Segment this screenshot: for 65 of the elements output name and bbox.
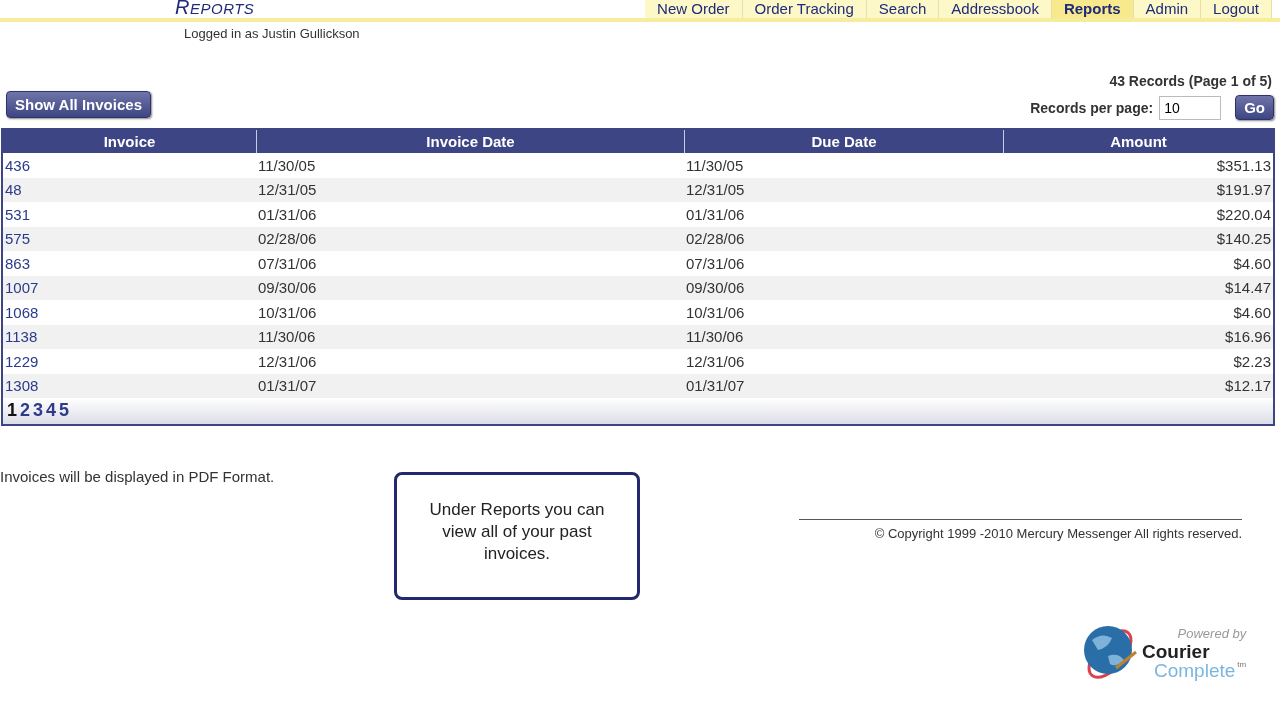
records-per-page-label: Records per page: — [1030, 99, 1154, 116]
table-cell-text: 11/30/05 — [685, 156, 745, 174]
copyright-text: © Copyright 1999 -2010 Mercury Messenger All rights reserved. — [798, 519, 1242, 541]
nav-tab[interactable]: Order Tracking — [742, 0, 867, 18]
table-cell-text: 09/30/06 — [257, 279, 318, 297]
page-link[interactable]: 5 — [59, 400, 70, 421]
logged-in-text: Logged in as Justin Gullickson — [183, 25, 361, 41]
table-cell-text: $351.13 — [1215, 156, 1272, 174]
pdf-note: Invoices will be displayed in PDF Format. — [0, 468, 276, 485]
invoice-link[interactable]: 863 — [3, 254, 33, 272]
powered-by-text: Powered by — [1177, 626, 1247, 640]
table-cell-text: $14.47 — [1224, 279, 1272, 297]
table-cell-text: $12.17 — [1224, 377, 1272, 395]
page-title: REPORTS — [175, 0, 255, 18]
table-cell-text: $191.97 — [1215, 181, 1272, 199]
nav-tab[interactable]: Search — [866, 0, 940, 18]
invoice-link[interactable]: 48 — [3, 181, 24, 199]
records-summary: 43 Records (Page 1 of 5) — [1109, 73, 1272, 89]
table-cell-text: 11/30/06 — [685, 328, 745, 346]
table-cell-text: 12/31/05 — [257, 181, 318, 199]
table-cell-text: $4.60 — [1232, 303, 1272, 321]
page-link[interactable]: 2 — [20, 400, 31, 421]
invoice-link[interactable]: 531 — [3, 205, 33, 223]
column-header: Invoice — [102, 132, 157, 152]
logo-wordmark: Courier — [1142, 641, 1211, 661]
invoice-link[interactable]: 1138 — [3, 328, 40, 346]
table-cell-text: 01/31/06 — [685, 205, 746, 223]
records-per-page-field[interactable]: 10 — [1159, 95, 1222, 120]
table-cell-text: 10/31/06 — [257, 303, 318, 321]
page-link[interactable]: 1 — [7, 400, 17, 421]
page-link[interactable]: 3 — [33, 400, 44, 421]
show-all-invoices-button[interactable]: Show All Invoices — [6, 91, 151, 118]
table-cell-text: $2.23 — [1232, 352, 1272, 370]
table-cell-text: 12/31/05 — [685, 181, 746, 199]
invoice-link[interactable]: 1308 — [3, 377, 41, 395]
go-button[interactable]: Go — [1235, 95, 1274, 120]
table-cell-text: 07/31/06 — [685, 254, 746, 272]
table-cell-text: 01/31/07 — [257, 377, 318, 395]
table-cell-text: 11/30/06 — [257, 328, 317, 346]
table-cell-text: $220.04 — [1215, 205, 1272, 223]
invoice-link[interactable]: 1068 — [3, 303, 41, 321]
table-cell-text: 12/31/06 — [257, 352, 318, 370]
invoice-link[interactable]: 1007 — [3, 279, 41, 297]
table-cell-text: 12/31/06 — [685, 352, 746, 370]
table-cell-text: 01/31/07 — [685, 377, 746, 395]
nav-tab[interactable]: Addressbook — [939, 0, 1052, 18]
table-cell-text: $16.96 — [1224, 328, 1272, 346]
table-cell-text: 07/31/06 — [257, 254, 318, 272]
table-cell-text: 09/30/06 — [685, 279, 746, 297]
table-cell-text: 11/30/05 — [257, 156, 317, 174]
table-cell-text: 10/31/06 — [685, 303, 746, 321]
table-cell-text: 02/28/06 — [257, 230, 318, 248]
invoice-link[interactable]: 575 — [3, 230, 33, 248]
invoice-link[interactable]: 1229 — [3, 352, 41, 370]
nav-tab[interactable]: New Order — [645, 0, 743, 18]
table-cell-text: 01/31/06 — [257, 205, 318, 223]
callout-text: Under Reports you can view all of your past invoices. — [428, 499, 606, 565]
table-cell-text: 02/28/06 — [685, 230, 746, 248]
nav-tab[interactable]: Reports — [1051, 0, 1134, 18]
nav-tab[interactable]: Logout — [1201, 0, 1272, 18]
nav-tab[interactable]: Admin — [1133, 0, 1202, 18]
table-cell-text: $140.25 — [1215, 230, 1272, 248]
table-cell-text: $4.60 — [1232, 254, 1272, 272]
page-link[interactable]: 4 — [46, 400, 57, 421]
invoice-link[interactable]: 436 — [3, 156, 33, 174]
